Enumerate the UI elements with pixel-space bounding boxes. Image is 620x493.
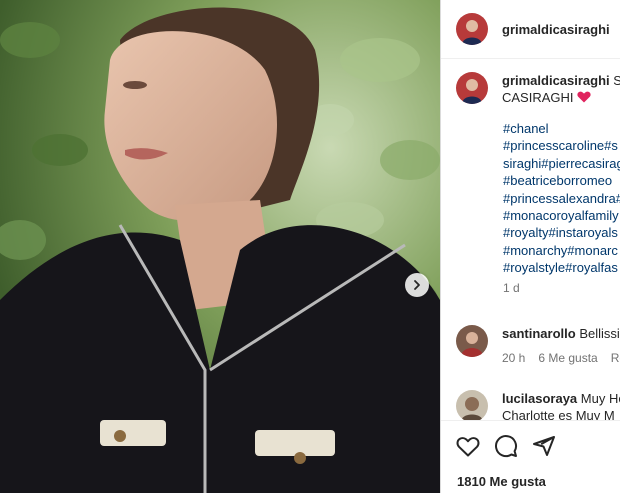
hashtag[interactable]: #princessalexandra# [503, 190, 620, 207]
avatar[interactable] [456, 325, 488, 357]
share-button[interactable] [531, 433, 557, 459]
post-header: grimaldicasiraghi [441, 0, 620, 59]
post-username[interactable]: grimaldicasiraghi [502, 22, 610, 37]
comment-item: santinarollo Bellissi 20 h 6 Me gusta Re [456, 325, 620, 367]
comment-username[interactable]: lucilasoraya [502, 391, 577, 406]
post-time: 1 d [503, 280, 520, 295]
comment-body: santinarollo Bellissi 20 h 6 Me gusta Re [502, 325, 620, 367]
hashtag[interactable]: #chanel [503, 120, 620, 137]
comment-likes[interactable]: 6 Me gusta [538, 350, 597, 367]
hashtag[interactable]: #royalty#instaroyals [503, 224, 620, 241]
like-button[interactable] [455, 433, 481, 459]
comment-body: lucilasoraya Muy He Charlotte es Muy M [502, 390, 620, 424]
avatar[interactable] [456, 13, 488, 45]
hashtag[interactable]: #beatriceborromeo [503, 172, 620, 189]
reply-button[interactable]: Re [611, 350, 620, 367]
hashtag[interactable]: #monacoroyalfamily [503, 207, 620, 224]
caption: grimaldicasiraghi S CASIRAGHI #chanel #p… [456, 72, 620, 295]
post-details-panel: grimaldicasiraghi grimaldicasiraghi S CA… [440, 0, 620, 493]
caption-part1: S [613, 73, 620, 88]
hashtag[interactable]: #royalstyle#royalfas [503, 259, 620, 276]
avatar[interactable] [456, 390, 488, 422]
post-photo[interactable] [0, 0, 440, 493]
hashtag-list: #chanel #princesscaroline#s siraghi#pier… [503, 120, 620, 277]
comment-text: Bellissi [579, 326, 620, 341]
caption-username[interactable]: grimaldicasiraghi [502, 73, 610, 88]
photo-image [0, 0, 440, 493]
caption-part2: CASIRAGHI [502, 90, 574, 105]
hashtag[interactable]: siraghi#pierrecasirag [503, 155, 620, 172]
comment-button[interactable] [493, 433, 519, 459]
caption-text: grimaldicasiraghi S CASIRAGHI [502, 72, 620, 106]
comment-meta: 20 h 6 Me gusta Re [502, 350, 620, 367]
comment-item: lucilasoraya Muy He Charlotte es Muy M [456, 390, 620, 424]
next-photo-button[interactable] [405, 273, 429, 297]
heart-emoji-icon [577, 91, 591, 103]
hashtag[interactable]: #princesscaroline#s [503, 137, 620, 154]
heart-icon [456, 437, 480, 457]
share-icon [533, 436, 555, 456]
comment-icon [495, 435, 518, 458]
chevron-right-icon [414, 280, 420, 290]
hashtag[interactable]: #monarchy#monarc [503, 242, 620, 259]
avatar[interactable] [456, 72, 488, 104]
likes-count[interactable]: 1810 Me gusta [457, 474, 546, 489]
comment-username[interactable]: santinarollo [502, 326, 576, 341]
post-actions: 1810 Me gusta [441, 420, 620, 493]
comment-text: Muy He [580, 391, 620, 406]
comment-time: 20 h [502, 351, 526, 365]
